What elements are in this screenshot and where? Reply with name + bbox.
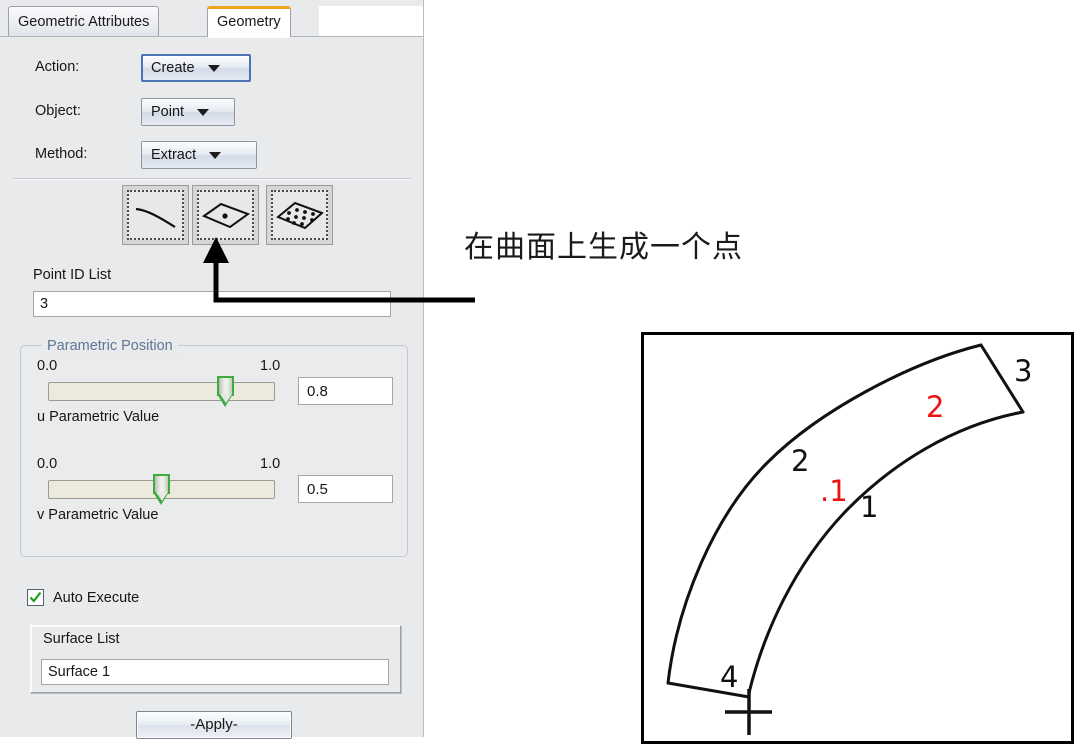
surface-geometry-drawing: [666, 343, 1025, 735]
diagram-label-3: 3: [1014, 354, 1033, 388]
surface-point-grid-icon: [275, 201, 324, 230]
panel-right-edge: [423, 0, 424, 737]
chevron-down-icon: [207, 64, 220, 72]
surface-preview-diagram: 3 2 2 .1 1 4: [641, 332, 1074, 744]
thumb-tip-inner: [219, 394, 232, 403]
v-parametric-value-input[interactable]: 0.5: [298, 475, 393, 503]
extract-point-on-curve-icon-button[interactable]: [122, 185, 189, 245]
u-slider-track[interactable]: [48, 382, 275, 401]
parametric-position-legend: Parametric Position: [42, 338, 178, 354]
section-divider: [14, 178, 410, 180]
u-slider-max-label: 1.0: [260, 358, 281, 374]
v-slider-thumb[interactable]: [153, 474, 170, 505]
auto-execute-label: Auto Execute: [53, 589, 140, 606]
action-dropdown[interactable]: Create: [141, 54, 251, 82]
check-icon: [29, 591, 42, 603]
u-parametric-value-input[interactable]: 0.8: [298, 377, 393, 405]
apply-button[interactable]: -Apply-: [136, 711, 292, 739]
surface-single-point-icon: [201, 202, 250, 229]
v-slider-min-label: 0.0: [37, 456, 58, 472]
action-dropdown-value: Create: [151, 60, 195, 76]
object-dropdown-value: Point: [151, 104, 185, 120]
method-dropdown-value: Extract: [151, 147, 197, 163]
method-dropdown[interactable]: Extract: [141, 141, 257, 169]
u-slider-min-label: 0.0: [37, 358, 58, 374]
annotation-text: 在曲面上生成一个点: [464, 230, 743, 265]
curve-icon: [135, 207, 176, 228]
surface-list-label: Surface List: [43, 631, 120, 647]
button-inner: [271, 190, 328, 240]
diagram-label-red-2: 2: [926, 390, 945, 424]
method-label: Method:: [35, 146, 88, 162]
button-inner: [197, 190, 254, 240]
tab-geometric-attributes-label: Geometric Attributes: [18, 14, 150, 30]
surface-list-input[interactable]: Surface 1: [41, 659, 389, 685]
auto-execute-checkbox-row[interactable]: Auto Execute: [27, 589, 139, 606]
action-label: Action:: [35, 59, 80, 75]
thumb-tip-inner: [155, 492, 168, 501]
diagram-label-2: 2: [791, 444, 810, 478]
tab-strip-filler: [319, 6, 424, 37]
geometry-property-panel: Geometric Attributes Geometry Action: Cr…: [0, 0, 424, 739]
surface-list-group: Surface List Surface 1: [30, 625, 401, 693]
v-slider-max-label: 1.0: [260, 456, 281, 472]
thumb-body: [217, 376, 234, 396]
object-dropdown[interactable]: Point: [141, 98, 235, 126]
auto-execute-checkbox[interactable]: [27, 589, 44, 606]
button-inner: [127, 190, 184, 240]
u-slider-thumb[interactable]: [217, 376, 234, 407]
tab-geometry[interactable]: Geometry: [207, 6, 291, 38]
point-id-list-label: Point ID List: [33, 267, 112, 283]
extracted-point-marker: [725, 689, 772, 735]
diagram-label-4: 4: [720, 660, 739, 694]
annotation-leader-arrow: [203, 237, 475, 303]
u-parametric-value-caption: u Parametric Value: [37, 409, 160, 425]
tab-geometric-attributes[interactable]: Geometric Attributes: [8, 6, 160, 37]
thumb-body: [153, 474, 170, 494]
object-label: Object:: [35, 103, 81, 119]
v-parametric-value-caption: v Parametric Value: [37, 507, 159, 523]
diagram-label-red-dot1: .1: [820, 474, 848, 508]
chevron-down-icon: [209, 151, 222, 159]
chevron-down-icon: [197, 108, 210, 116]
diagram-label-1: 1: [860, 490, 879, 524]
tab-strip: Geometric Attributes Geometry: [0, 0, 424, 38]
tab-geometry-label: Geometry: [217, 14, 281, 30]
